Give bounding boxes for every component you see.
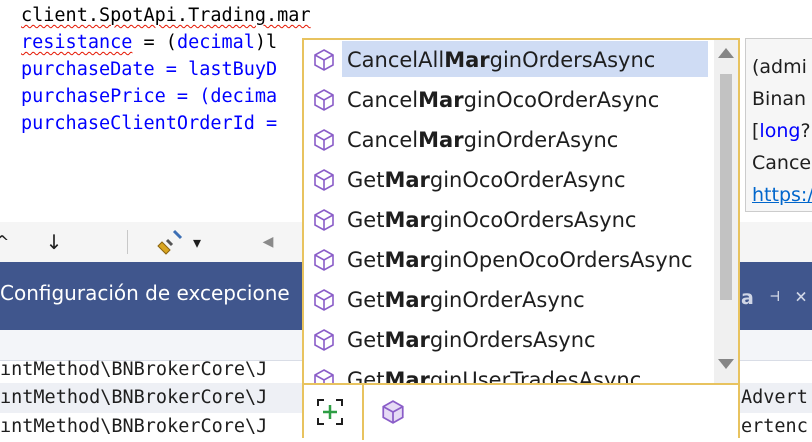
completion-item-label: CancelMarginOrderAsync	[347, 120, 618, 160]
scroll-thumb[interactable]	[720, 74, 732, 300]
label-prefix: Get	[347, 328, 385, 352]
step-down-arrow-icon[interactable]: ↓	[40, 222, 68, 262]
tooltip-keyword: long	[759, 120, 801, 142]
method-cube-icon	[312, 168, 336, 192]
method-cube-icon	[312, 208, 336, 232]
label-suffix: ginOcoOrderAsync	[463, 88, 660, 112]
completion-item[interactable]: GetMarginOrderAsync	[304, 280, 714, 320]
code-keyword: decima	[210, 86, 278, 107]
completion-item[interactable]: GetMarginOcoOrderAsync	[304, 160, 714, 200]
method-filter-icon[interactable]	[380, 399, 406, 429]
completion-filter-bar	[304, 383, 738, 440]
intellisense-popup[interactable]: CancelAllMarginOrdersAsync CancelMarginOc…	[302, 38, 740, 440]
label-match: Mar	[384, 168, 430, 192]
cleanup-broom-icon[interactable]	[150, 222, 190, 262]
code-text: purchaseDate = lastBuyD	[21, 59, 278, 80]
method-cube-icon	[312, 48, 336, 72]
tooltip-link[interactable]: https:/	[752, 179, 812, 211]
completion-item[interactable]: CancelAllMarginOrdersAsync	[304, 40, 714, 80]
label-match: Mar	[418, 128, 464, 152]
completion-item[interactable]: GetMarginOpenOcoOrdersAsync	[304, 240, 714, 280]
completion-item[interactable]: GetMarginOrdersAsync	[304, 320, 714, 360]
label-prefix: CancelAll	[347, 48, 445, 72]
label-suffix: ginOrderAsync	[429, 288, 585, 312]
method-cube-icon	[312, 328, 336, 352]
label-suffix: ginOpenOcoOrdersAsync	[429, 248, 693, 272]
completion-item-label: CancelAllMarginOrdersAsync	[347, 40, 655, 80]
tooltip-line: [long?	[752, 115, 811, 147]
method-cube-icon	[312, 248, 336, 272]
completion-item-label: GetMarginUserTradesAsync	[347, 360, 641, 385]
completion-item[interactable]: GetMarginUserTradesAsync	[304, 360, 714, 385]
method-cube-icon	[312, 88, 336, 112]
code-line-5[interactable]: purchaseClientOrderId =	[21, 110, 277, 137]
code-text: purchasePrice = (	[21, 86, 211, 107]
label-match: Mar	[444, 48, 490, 72]
code-identifier: resistance	[21, 32, 133, 53]
broom-icon	[157, 229, 183, 255]
label-prefix: Get	[347, 248, 385, 272]
code-line-2[interactable]: resistance = (decimal)l	[21, 29, 277, 56]
add-filter-icon[interactable]	[316, 398, 344, 430]
completion-item-label: GetMarginOcoOrdersAsync	[347, 200, 636, 240]
chevron-up-icon[interactable]: ^	[0, 222, 10, 262]
panel-title: Configuración de excepcione	[0, 281, 290, 305]
label-suffix: ginOrdersAsync	[429, 328, 596, 352]
code-line-3[interactable]: purchaseDate = lastBuyD	[21, 56, 277, 83]
completion-item-label: GetMarginOrderAsync	[347, 280, 585, 320]
code-line-4[interactable]: purchasePrice = (decima	[21, 83, 277, 110]
toolbar-separator	[127, 230, 128, 254]
label-prefix: Cancel	[347, 128, 419, 152]
tooltip-line: Cance	[752, 152, 812, 174]
dropdown-arrow-icon[interactable]: ▾	[188, 222, 206, 262]
method-cube-icon	[312, 288, 336, 312]
code-keyword: decimal	[176, 32, 255, 53]
scroll-left-icon[interactable]: ◀	[258, 222, 278, 262]
code-text: client.SpotApi.Trading.mar	[21, 5, 311, 26]
completion-item-label: GetMarginOpenOcoOrdersAsync	[347, 240, 693, 280]
label-match: Mar	[384, 208, 430, 232]
completion-scrollbar[interactable]	[714, 40, 738, 385]
completion-item-label: CancelMarginOcoOrderAsync	[347, 80, 659, 120]
completion-item[interactable]: CancelMarginOcoOrderAsync	[304, 80, 714, 120]
method-cube-icon	[312, 128, 336, 152]
exception-row-right-text: Advert	[741, 387, 808, 408]
label-match: Mar	[384, 288, 430, 312]
pin-icon[interactable]: ⊣	[770, 286, 780, 305]
label-prefix: Get	[347, 208, 385, 232]
completion-item-label: GetMarginOrdersAsync	[347, 320, 596, 360]
quick-info-tooltip: (admi Binan [long? Cance https:/	[745, 38, 812, 212]
label-prefix: Cancel	[347, 88, 419, 112]
code-text: )l	[254, 32, 278, 53]
label-match: Mar	[384, 328, 430, 352]
footer-separator	[362, 385, 364, 440]
scroll-down-icon[interactable]	[718, 359, 734, 369]
label-suffix: ginOrderAsync	[463, 128, 619, 152]
label-prefix: Get	[347, 168, 385, 192]
code-text: = (	[132, 32, 177, 53]
label-match: Mar	[418, 88, 464, 112]
tooltip-line: (admi	[752, 56, 807, 78]
tooltip-text: ?	[800, 120, 811, 142]
scroll-up-icon[interactable]	[718, 48, 734, 58]
close-icon[interactable]: ×	[795, 284, 807, 308]
completion-item[interactable]: GetMarginOcoOrdersAsync	[304, 200, 714, 240]
tooltip-line: Binan	[752, 88, 807, 110]
code-line-1[interactable]: client.SpotApi.Trading.mar	[21, 2, 311, 29]
completion-item-label: GetMarginOcoOrderAsync	[347, 160, 626, 200]
label-suffix: ginOcoOrderAsync	[429, 168, 626, 192]
panel-side-label: a	[741, 287, 754, 309]
exception-row-text: ıntMethod\BNBrokerCore\J	[0, 359, 268, 380]
completion-item[interactable]: CancelMarginOrderAsync	[304, 120, 714, 160]
code-text: purchaseClientOrderId =	[21, 113, 278, 134]
label-match: Mar	[384, 248, 430, 272]
label-suffix: ginOcoOrdersAsync	[429, 208, 637, 232]
label-prefix: Get	[347, 288, 385, 312]
exception-row-text: ıntMethod\BNBrokerCore\J	[0, 416, 268, 437]
label-suffix: ginOrdersAsync	[489, 48, 656, 72]
completion-list[interactable]: CancelAllMarginOrdersAsync CancelMarginOc…	[304, 40, 714, 385]
exception-row-text: ıntMethod\BNBrokerCore\J	[0, 387, 268, 408]
